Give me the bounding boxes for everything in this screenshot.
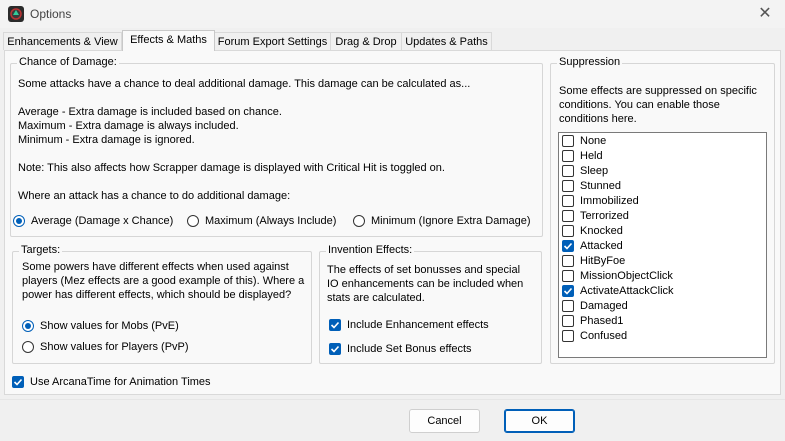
radio-circle bbox=[22, 341, 34, 353]
suppression-item-knocked[interactable]: Knocked bbox=[562, 224, 623, 238]
invention-text-line3: stats are calculated. bbox=[327, 292, 425, 304]
suppression-item-damaged[interactable]: Damaged bbox=[562, 299, 628, 313]
close-icon[interactable]: ✕ bbox=[755, 4, 775, 24]
suppression-item-attacked[interactable]: Attacked bbox=[562, 239, 623, 253]
radio-mobs-label: Show values for Mobs (PvE) bbox=[40, 320, 179, 332]
suppression-item-label: Knocked bbox=[580, 225, 623, 237]
average-description: Average - Extra damage is included based… bbox=[18, 106, 282, 118]
checkbox bbox=[562, 330, 574, 342]
checkbox bbox=[562, 195, 574, 207]
radio-average[interactable]: Average (Damage x Chance) bbox=[13, 215, 173, 227]
targets-legend: Targets: bbox=[19, 244, 63, 256]
tab-effects-maths[interactable]: Effects & Maths bbox=[122, 30, 215, 51]
radio-average-label: Average (Damage x Chance) bbox=[31, 215, 174, 227]
cancel-button[interactable]: Cancel bbox=[409, 409, 480, 433]
maximum-description: Maximum - Extra damage is always include… bbox=[18, 120, 239, 132]
suppression-item-phased1[interactable]: Phased1 bbox=[562, 314, 623, 328]
invention-text-line2: IO enhancements can be included when bbox=[327, 278, 524, 290]
suppression-item-label: HitByFoe bbox=[580, 255, 626, 267]
check-icon bbox=[562, 285, 574, 297]
check-icon bbox=[12, 376, 24, 388]
radio-minimum[interactable]: Minimum (Ignore Extra Damage) bbox=[353, 215, 531, 227]
options-window: Options ✕ Enhancements & View Effects & … bbox=[0, 0, 785, 441]
checkbox bbox=[562, 225, 574, 237]
suppression-item-label: Stunned bbox=[580, 180, 621, 192]
radio-maximum-label: Maximum (Always Include) bbox=[205, 215, 337, 227]
suppression-item-label: Confused bbox=[580, 330, 628, 342]
title-bar: Options ✕ bbox=[0, 0, 785, 28]
suppression-item-held[interactable]: Held bbox=[562, 149, 603, 163]
suppression-item-label: Immobilized bbox=[580, 195, 639, 207]
radio-players-pvp[interactable]: Show values for Players (PvP) bbox=[22, 341, 189, 353]
radio-circle bbox=[22, 320, 34, 332]
suppression-item-label: ActivateAttackClick bbox=[580, 285, 674, 297]
check-icon bbox=[562, 240, 574, 252]
suppression-item-activateattackclick[interactable]: ActivateAttackClick bbox=[562, 284, 674, 298]
minimum-description: Minimum - Extra damage is ignored. bbox=[18, 134, 195, 146]
use-arcanatime-label: Use ArcanaTime for Animation Times bbox=[30, 376, 211, 388]
checkbox bbox=[562, 150, 574, 162]
suppression-item-missionobjectclick[interactable]: MissionObjectClick bbox=[562, 269, 673, 283]
radio-circle bbox=[13, 215, 25, 227]
scrapper-note: Note: This also affects how Scrapper dam… bbox=[18, 162, 445, 174]
checkbox bbox=[562, 165, 574, 177]
suppression-item-label: Phased1 bbox=[580, 315, 624, 327]
check-icon bbox=[329, 343, 341, 355]
include-enhancement-effects-checkbox[interactable]: Include Enhancement effects bbox=[329, 319, 489, 331]
radio-circle bbox=[353, 215, 365, 227]
suppression-legend: Suppression bbox=[557, 56, 623, 68]
suppression-item-sleep[interactable]: Sleep bbox=[562, 164, 608, 178]
checkbox bbox=[562, 270, 574, 282]
invention-text-line1: The effects of set bonusses and special bbox=[327, 264, 521, 276]
app-icon bbox=[8, 6, 24, 22]
radio-circle bbox=[187, 215, 199, 227]
suppression-item-label: Held bbox=[580, 150, 603, 162]
suppression-item-none[interactable]: None bbox=[562, 134, 606, 148]
suppression-item-label: Sleep bbox=[580, 165, 609, 177]
suppression-checklist[interactable]: None Held Sleep Stunned Immobilized Terr… bbox=[558, 132, 767, 358]
invention-effects-legend: Invention Effects: bbox=[326, 244, 415, 256]
tab-drag-drop[interactable]: Drag & Drop bbox=[330, 32, 402, 50]
checkbox bbox=[562, 255, 574, 267]
targets-text-line3: power has different effects, which shoul… bbox=[22, 289, 292, 301]
suppression-text-line1: Some effects are suppressed on specific bbox=[559, 85, 757, 97]
suppression-text-line3: conditions here. bbox=[559, 113, 637, 125]
targets-text-line1: Some powers have different effects when … bbox=[22, 261, 289, 273]
radio-maximum[interactable]: Maximum (Always Include) bbox=[187, 215, 336, 227]
chance-intro-text: Some attacks have a chance to deal addit… bbox=[18, 78, 471, 90]
use-arcanatime-checkbox[interactable]: Use ArcanaTime for Animation Times bbox=[12, 376, 211, 388]
include-enhancement-effects-label: Include Enhancement effects bbox=[347, 319, 489, 331]
suppression-item-stunned[interactable]: Stunned bbox=[562, 179, 621, 193]
suppression-item-label: None bbox=[580, 135, 607, 147]
window-title: Options bbox=[30, 7, 72, 21]
radio-players-label: Show values for Players (PvP) bbox=[40, 341, 189, 353]
chance-of-damage-legend: Chance of Damage: bbox=[17, 56, 119, 68]
tab-updates-paths[interactable]: Updates & Paths bbox=[401, 32, 492, 50]
suppression-item-label: Attacked bbox=[580, 240, 623, 252]
checkbox bbox=[562, 135, 574, 147]
suppression-item-label: Terrorized bbox=[580, 210, 629, 222]
include-set-bonus-effects-label: Include Set Bonus effects bbox=[347, 343, 472, 355]
check-icon bbox=[329, 319, 341, 331]
suppression-item-confused[interactable]: Confused bbox=[562, 329, 627, 343]
targets-text-line2: players (Mez effects are a good example … bbox=[22, 275, 305, 287]
checkbox bbox=[562, 180, 574, 192]
ok-button[interactable]: OK bbox=[504, 409, 575, 433]
radio-mobs-pve[interactable]: Show values for Mobs (PvE) bbox=[22, 320, 179, 332]
radio-minimum-label: Minimum (Ignore Extra Damage) bbox=[371, 215, 531, 227]
footer-divider bbox=[0, 399, 785, 400]
suppression-text-line2: conditions. You can enable those bbox=[559, 99, 720, 111]
tab-forum-export-settings[interactable]: Forum Export Settings bbox=[214, 32, 331, 50]
tab-enhancements-view[interactable]: Enhancements & View bbox=[3, 32, 122, 50]
checkbox bbox=[562, 210, 574, 222]
suppression-item-terrorized[interactable]: Terrorized bbox=[562, 209, 629, 223]
suppression-item-immobilized[interactable]: Immobilized bbox=[562, 194, 639, 208]
checkbox bbox=[562, 300, 574, 312]
suppression-item-label: Damaged bbox=[580, 300, 628, 312]
suppression-item-label: MissionObjectClick bbox=[580, 270, 673, 282]
suppression-item-hitbyfoe[interactable]: HitByFoe bbox=[562, 254, 625, 268]
include-set-bonus-effects-checkbox[interactable]: Include Set Bonus effects bbox=[329, 343, 472, 355]
checkbox bbox=[562, 315, 574, 327]
chance-prompt: Where an attack has a chance to do addit… bbox=[18, 190, 291, 202]
